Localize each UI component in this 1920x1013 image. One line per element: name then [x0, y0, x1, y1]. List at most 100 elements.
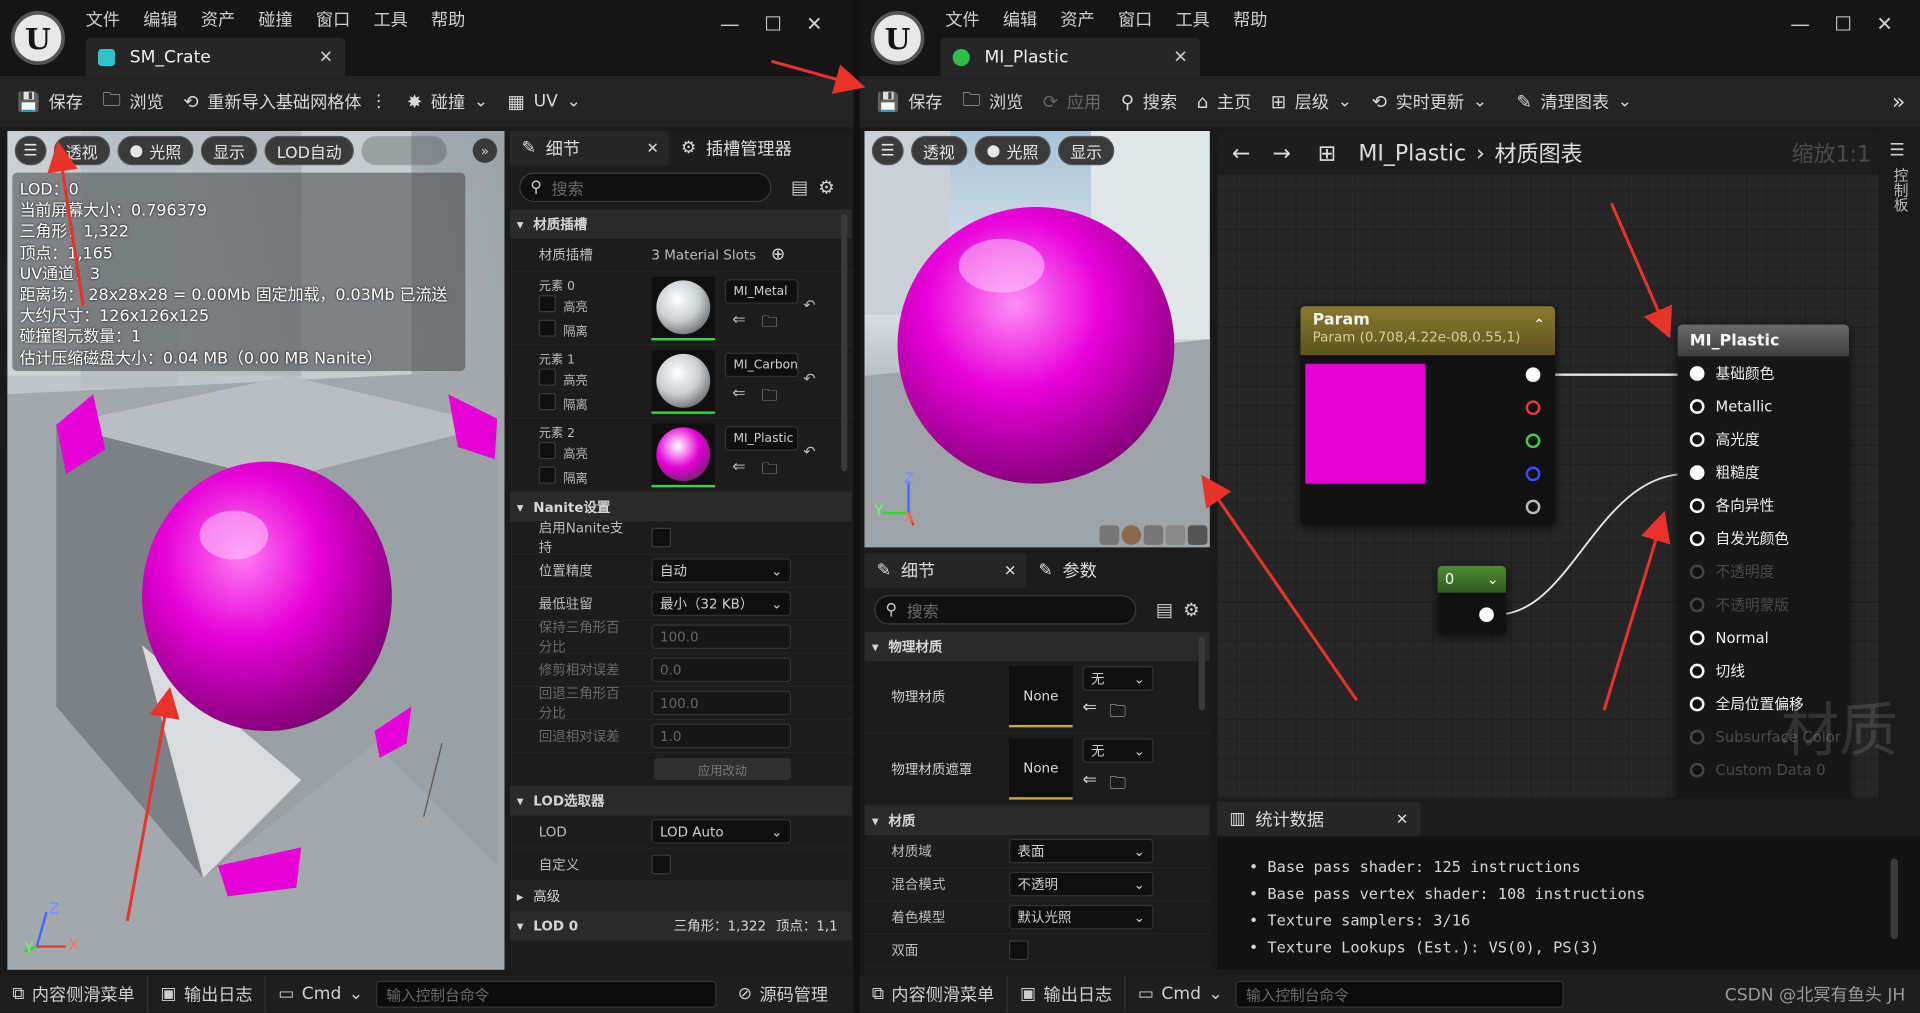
highlight-checkbox[interactable] [538, 368, 556, 386]
menu-item[interactable]: 碰撞 [258, 7, 292, 31]
material-property-dropdown[interactable]: 表面 ⌄ [1008, 838, 1154, 864]
menu-item[interactable]: 窗口 [1118, 7, 1152, 31]
section-material-slots[interactable]: ▾ 材质插槽 [509, 209, 853, 239]
input-pin-icon[interactable] [1689, 431, 1705, 447]
use-selected-icon[interactable]: ⇐ [732, 458, 745, 476]
menu-item[interactable]: 帮助 [431, 7, 465, 31]
tab-details[interactable]: ✎ 细节 ✕ [509, 131, 669, 166]
content-drawer-button[interactable]: ⧉ 内容侧滑菜单 [0, 975, 149, 1013]
chevron-down-icon[interactable]: ⌄ [1486, 571, 1498, 588]
details-search-input[interactable]: ⚲ 搜索 [519, 172, 772, 203]
material-dropdown[interactable]: MI_Carbon [724, 352, 799, 378]
menu-item[interactable]: 文件 [86, 7, 120, 31]
input-pin-icon[interactable] [1689, 497, 1705, 513]
cmd-selector[interactable]: ▭ Cmd ⌄ [1126, 976, 1235, 1013]
nanite-value-field[interactable]: 1.0 [651, 723, 792, 749]
custom-mesh-icon[interactable] [1187, 525, 1208, 545]
material-dropdown[interactable]: MI_Metal [724, 279, 799, 304]
lit-button[interactable]: ● 光照 [117, 135, 194, 166]
add-slot-icon[interactable]: ⊕ [771, 245, 785, 265]
reset-icon[interactable]: ↶ [803, 443, 815, 460]
g-output-pin[interactable] [1525, 433, 1541, 449]
section-lod0[interactable]: ▾ LOD 0 三角形：1,322 顶点：1,1 [509, 911, 853, 941]
material-thumbnail[interactable] [651, 276, 716, 341]
custom-checkbox[interactable] [651, 854, 672, 875]
menu-item[interactable]: 工具 [373, 7, 407, 31]
output-pin-row[interactable]: Normal [1678, 621, 1849, 654]
close-icon[interactable]: ✕ [1396, 811, 1408, 828]
browse-button[interactable]: 🗀 浏览 [962, 86, 1023, 117]
content-drawer-button[interactable]: ⧉ 内容侧滑菜单 [860, 975, 1008, 1013]
clean-graph-menu[interactable]: ✎ 清理图表 ⌄ [1516, 89, 1631, 113]
unreal-logo-icon[interactable]: U [11, 11, 65, 65]
browse-button[interactable]: 🗀 浏览 [102, 86, 163, 117]
browse-asset-icon[interactable]: 🗀 [1109, 770, 1126, 799]
menu-item[interactable]: 资产 [201, 7, 235, 31]
menu-item[interactable]: 窗口 [316, 7, 350, 31]
nanite-value-field[interactable]: 自动 ⌄ [651, 558, 792, 583]
use-selected-icon[interactable]: ⇐ [732, 384, 745, 402]
uv-menu[interactable]: ▦ UV ⌄ [508, 91, 581, 113]
menu-item[interactable]: 文件 [945, 7, 979, 31]
browse-asset-icon[interactable]: 🗀 [762, 458, 778, 485]
tab-close-icon[interactable]: ✕ [1173, 47, 1187, 67]
physical-material-thumbnail[interactable]: None [1008, 666, 1073, 728]
expand-toolbar-icon[interactable]: » [472, 138, 498, 163]
browse-asset-icon[interactable]: 🗀 [762, 311, 778, 338]
cube-icon[interactable] [1165, 525, 1186, 545]
scalar-constant-node[interactable]: 0 ⌄ [1437, 565, 1507, 635]
close-icon[interactable]: ✕ [646, 140, 658, 157]
input-pin-icon[interactable] [1689, 464, 1705, 480]
output-pin-row[interactable]: 粗糙度 [1678, 456, 1849, 489]
hierarchy-menu[interactable]: ⊞ 层级 ⌄ [1271, 89, 1352, 113]
tab-stats[interactable]: ▥ 统计数据 ✕ [1217, 802, 1421, 837]
viewport-menu-button[interactable]: ☰ [871, 135, 904, 166]
close-icon[interactable]: ✕ [806, 12, 822, 35]
material-property-dropdown[interactable]: 不透明 ⌄ [1008, 871, 1154, 897]
static-mesh-viewport[interactable]: LOD：0 当前屏幕大小：0.796379 三角形：1,322 顶点：1,165 UV通… [7, 131, 505, 970]
lod-dropdown[interactable]: LOD Auto ⌄ [651, 819, 792, 844]
physical-material-dropdown[interactable]: 无 ⌄ [1082, 666, 1154, 691]
save-button[interactable]: 💾 保存 [17, 89, 83, 113]
console-input[interactable]: 输入控制台命令 [1234, 980, 1564, 1008]
home-button[interactable]: ⌂ 主页 [1197, 89, 1252, 113]
nanite-value-field[interactable]: 0.0 [651, 657, 792, 683]
details-scrollbar[interactable] [841, 214, 848, 472]
material-graph-canvas[interactable]: ← → ⊞ MI_Plastic › 材质图表 缩放1:1 ☰ 控制板 Param… [1217, 131, 1920, 799]
isolate-checkbox[interactable] [538, 466, 556, 484]
maximize-icon[interactable]: ☐ [1834, 12, 1852, 35]
menu-item[interactable]: 帮助 [1233, 7, 1267, 31]
isolate-checkbox[interactable] [538, 393, 556, 411]
enable-nanite-checkbox[interactable] [651, 527, 672, 548]
section-material[interactable]: ▾ 材质 [864, 805, 1210, 836]
menu-item[interactable]: 资产 [1060, 7, 1094, 31]
output-log-button[interactable]: ▣ 输出日志 [1008, 975, 1126, 1013]
live-update-menu[interactable]: ⟲ 实时更新 ⌄ [1372, 89, 1487, 113]
material-property-dropdown[interactable]: 默认光照 ⌄ [1008, 904, 1154, 930]
isolate-checkbox[interactable] [538, 319, 556, 337]
maximize-icon[interactable]: ☐ [764, 12, 782, 35]
section-lod-picker[interactable]: ▾ LOD选取器 [509, 786, 853, 816]
tab-close-icon[interactable]: ✕ [319, 47, 333, 67]
tab-socket-manager[interactable]: ⚙ 插槽管理器 [669, 131, 804, 165]
b-output-pin[interactable] [1525, 466, 1541, 482]
input-pin-icon[interactable] [1689, 398, 1705, 414]
stats-scrollbar[interactable] [1890, 858, 1898, 940]
input-pin-icon[interactable] [1689, 530, 1705, 546]
r-output-pin[interactable] [1525, 400, 1541, 416]
input-pin-icon[interactable] [1689, 365, 1705, 381]
menu-item[interactable]: 工具 [1176, 7, 1210, 31]
more-icon[interactable]: ⋮ [370, 92, 387, 112]
settings-icon[interactable]: ⚙ [818, 176, 834, 198]
output-log-button[interactable]: ▣ 输出日志 [148, 975, 267, 1013]
scalar-output-pin[interactable] [1479, 607, 1494, 623]
use-selected-icon[interactable]: ⇐ [732, 311, 745, 329]
output-pin-row[interactable]: 不透明蒙版 [1678, 588, 1849, 621]
material-thumbnail[interactable] [651, 350, 716, 414]
viewport-menu-button[interactable]: ☰ [14, 135, 47, 166]
table-view-icon[interactable]: ▤ [791, 176, 808, 198]
unreal-logo-icon[interactable]: U [870, 11, 925, 65]
preview-mesh-selector[interactable] [1099, 525, 1208, 545]
apply-changes-button[interactable]: 应用改动 [653, 757, 792, 781]
a-output-pin[interactable] [1525, 499, 1541, 515]
